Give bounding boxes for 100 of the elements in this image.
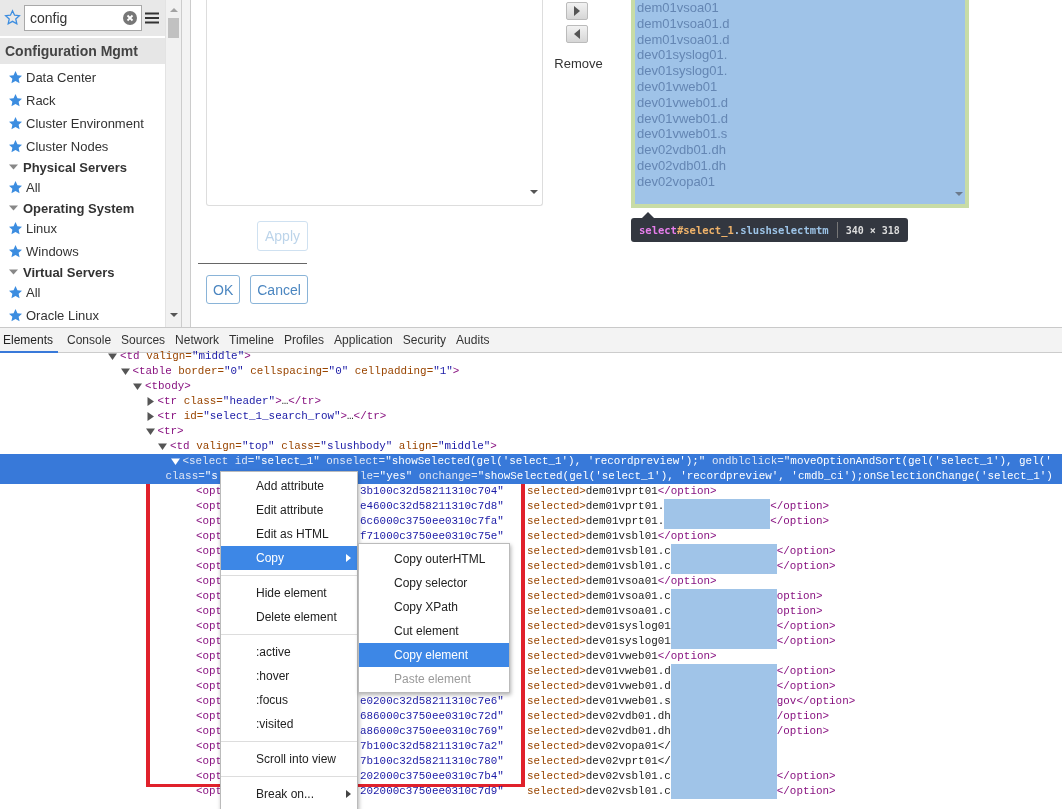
code-text: /option> [776,724,830,739]
nav-item[interactable]: Data Center [0,66,165,89]
code-text: 202000c3750ee0310c7b4" [360,770,504,782]
nav-group[interactable]: Physical Servers [0,158,165,176]
menu-item[interactable]: Copy outerHTML [359,547,509,571]
menu-item[interactable]: :visited [221,712,357,736]
nav-item[interactable]: Windows [0,240,165,263]
cancel-button[interactable]: Cancel [250,275,308,304]
code-text: <opt [196,605,223,617]
remove-label: Remove [554,56,603,71]
move-left-button[interactable] [565,25,588,43]
code-text: selected>dev01syslog01 [527,634,671,649]
star-icon [8,139,23,154]
code-text: </option> [776,784,836,799]
menu-item[interactable]: Copy [221,546,357,570]
star-icon[interactable] [4,9,21,27]
code-text: <opt [196,635,223,647]
code-text: </option> [776,769,836,784]
expand-arrow-icon[interactable] [158,442,167,451]
code-text: <opt [196,545,223,557]
nav-item[interactable]: Cluster Environment [0,112,165,135]
star-icon [8,221,23,236]
nav-group[interactable]: Operating System [0,199,165,217]
devtools-tab[interactable]: Audits [451,328,495,353]
menu-item[interactable]: Edit attribute [221,498,357,522]
menu-item[interactable]: Scroll into view [221,747,357,771]
devtools-tab[interactable]: Application [329,328,398,353]
code-text: <opt [196,485,223,497]
code-text: <opt [196,500,223,512]
code-text: f71000c3750ee0310c75e" [360,530,504,542]
code-text: </option> [776,619,836,634]
code-text: <select id="select_1" onselect="showSelected(gel('select_1'), 'recordpreview');" ondblclick="moveOptionAndSort(gel('select_1'), gel(' [182,454,1052,469]
nav-item[interactable]: All [0,281,165,304]
clear-icon[interactable] [123,10,137,25]
code-text: le="yes" onchange="showSelected(gel('select_1'), 'recordpreview', 'cmdb_ci');onSelectionChange('select_1') [360,469,1054,484]
menu-item[interactable]: Copy element [359,643,509,667]
code-text: <opt [196,740,223,752]
devtools-tab[interactable]: Profiles [279,328,330,353]
expand-arrow-icon[interactable] [120,367,130,376]
menu-item[interactable]: Copy selector [359,571,509,595]
menu-item[interactable]: Break on... [221,782,357,806]
expand-arrow-icon[interactable] [170,457,180,466]
expand-arrow-icon[interactable] [145,397,155,406]
expand-arrow-icon[interactable] [145,412,155,421]
nav-item[interactable]: Oracle Linux [0,304,165,327]
menu-item[interactable]: :active [221,640,357,664]
star-icon [8,244,23,259]
nav-item[interactable]: Rack [0,89,165,112]
devtools-tab[interactable]: Elements [0,328,59,353]
code-text: class="s [164,469,219,484]
menu-item[interactable]: Hide element [221,581,357,605]
code-text: e0200c32d58211310c7e6" [360,695,504,707]
menu-item[interactable]: :hover [221,664,357,688]
nav-item[interactable]: Linux [0,217,165,240]
code-text: /option> [776,709,830,724]
nav-group[interactable]: Virtual Servers [0,263,165,281]
menu-item[interactable]: Copy XPath [359,595,509,619]
caret-icon[interactable] [9,269,18,275]
right-triangle-icon [572,6,581,16]
code-text: <opt [196,755,223,767]
move-right-button[interactable] [565,2,588,20]
nav-item[interactable]: All [0,176,165,199]
devtools-tab[interactable]: Console [62,328,117,353]
tooltip-size: 340 × 318 [845,224,900,236]
code-text: <tr id="select_1_search_row">…</tr> [157,409,387,424]
code-text: <td valign="top" class="slushbody" align="middle"> [170,439,497,454]
code-text: selected>dem01vprt01. [527,499,665,514]
expand-arrow-icon[interactable] [108,352,117,361]
code-text: </option> [770,514,830,529]
menu-item[interactable]: Cut element [359,619,509,643]
submenu-arrow-icon [346,554,351,562]
star-icon [8,308,23,323]
code-text: <opt [196,575,223,587]
code-text: <opt [196,785,223,797]
menu-item[interactable]: Edit as HTML [221,522,357,546]
code-text: </option> [776,544,836,559]
code-text: <opt [196,770,223,782]
ok-button[interactable]: OK [206,275,241,304]
code-text: gov</option> [776,694,856,709]
menu-item[interactable]: Delete element [221,605,357,629]
left-triangle-icon [572,29,581,39]
expand-arrow-icon[interactable] [145,427,155,436]
code-text: 202000c3750ee0310c7d9" [360,785,504,797]
search-field[interactable]: config [24,4,142,31]
devtools-tab[interactable]: Security [397,328,452,353]
menu-icon[interactable] [145,11,159,24]
expand-arrow-icon[interactable] [133,382,142,391]
scrollbar[interactable] [165,0,181,327]
code-text: selected>dev02vsbl01.c [527,769,671,784]
menu-item[interactable]: Add attribute [221,474,357,498]
code-text: selected>dem01vsoa01.c [527,589,671,604]
code-text: <td valign="middle"> [120,349,251,364]
code-text: <tr> [157,424,184,439]
caret-icon[interactable] [9,164,18,170]
code-text: <opt [196,725,223,737]
code-text: <opt [196,650,223,662]
caret-icon[interactable] [9,205,18,211]
menu-item[interactable]: :focus [221,688,357,712]
nav-item[interactable]: Cluster Nodes [0,135,165,158]
code-text: selected>dem01vsbl01</option> [527,529,717,544]
